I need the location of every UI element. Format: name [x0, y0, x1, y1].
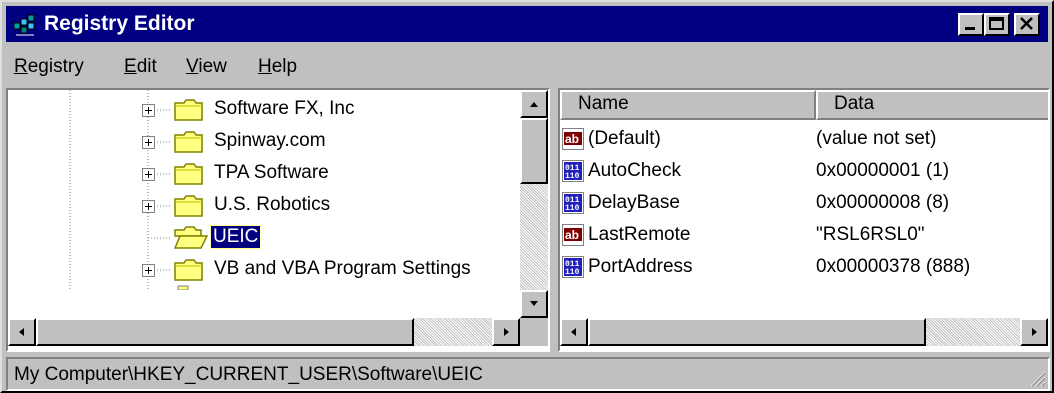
arrow-up-icon [530, 102, 538, 107]
tree-horizontal-thumb[interactable] [36, 318, 414, 346]
value-name: DelayBase [588, 192, 680, 213]
column-header-data[interactable]: Data [816, 90, 1048, 120]
status-bar: My Computer\HKEY_CURRENT_USER\Software\U… [6, 357, 1050, 391]
tree-item-selected[interactable]: UEIC [8, 225, 518, 258]
menu-registry-accel: R [14, 56, 28, 77]
value-data: (value not set) [816, 128, 937, 149]
arrow-left-icon [571, 328, 576, 336]
tree-pane[interactable]: Software FX, Inc Spinway.com TPA Softwar… [6, 88, 550, 352]
expand-plus-icon[interactable] [142, 200, 155, 213]
arrow-left-icon [19, 328, 24, 336]
scroll-left-button[interactable] [8, 318, 36, 346]
window-title: Registry Editor [44, 12, 195, 35]
folder-icon [174, 259, 203, 281]
column-header-name[interactable]: Name [560, 90, 816, 120]
value-row[interactable]: 011 110 AutoCheck 0x00000001 (1) [560, 160, 1048, 192]
scroll-left-button[interactable] [560, 318, 588, 346]
scroll-right-button[interactable] [492, 318, 520, 346]
value-row[interactable]: ab (Default) (value not set) [560, 128, 1048, 160]
menu-view[interactable]: View [186, 56, 227, 78]
value-row[interactable]: ab LastRemote "RSL6RSL0" [560, 224, 1048, 256]
maximize-button[interactable] [984, 13, 1010, 36]
minimize-icon [965, 27, 975, 30]
tree-item[interactable]: TPA Software [8, 162, 518, 194]
folder-icon [174, 131, 203, 153]
tree-item-label: TPA Software [214, 162, 329, 183]
string-value-icon: ab [562, 224, 584, 246]
minimize-button[interactable] [958, 13, 984, 36]
tree-vertical-thumb[interactable] [520, 118, 548, 184]
tree-item-label: Software FX, Inc [214, 98, 355, 119]
arrow-right-icon [1032, 328, 1037, 336]
value-row[interactable]: 011 110 PortAddress 0x00000378 (888) [560, 256, 1048, 288]
value-data: 0x00000001 (1) [816, 160, 950, 181]
scroll-down-button[interactable] [520, 290, 548, 318]
tree-item-label: U.S. Robotics [214, 194, 331, 215]
value-name: PortAddress [588, 256, 693, 277]
arrow-down-icon [530, 301, 538, 306]
menu-bar: Registry Edit View Help [6, 46, 1048, 84]
resize-grip-icon[interactable] [1028, 369, 1046, 387]
svg-text:110: 110 [565, 172, 580, 181]
menu-view-accel: V [186, 56, 199, 77]
binary-value-icon: 011110 [562, 256, 584, 278]
values-horizontal-thumb[interactable] [588, 318, 926, 346]
folder-icon [174, 195, 203, 217]
tree-vertical-scrollbar[interactable] [520, 90, 548, 318]
tree-item-label: Spinway.com [214, 130, 326, 151]
value-data: "RSL6RSL0" [816, 224, 925, 245]
tree-item-label: VB and VBA Program Settings [214, 258, 471, 279]
menu-view-label: iew [198, 56, 227, 77]
expand-plus-icon[interactable] [142, 264, 155, 277]
value-data: 0x00000378 (888) [816, 256, 971, 277]
registry-editor-icon [13, 14, 35, 36]
svg-text:110: 110 [565, 268, 580, 277]
tree-horizontal-scrollbar[interactable] [8, 318, 520, 346]
svg-text:ab: ab [565, 132, 579, 146]
value-name: LastRemote [588, 224, 691, 245]
menu-registry-label: egistry [27, 56, 84, 77]
menu-help[interactable]: Help [258, 56, 297, 78]
maximize-icon [989, 17, 1004, 30]
menu-edit[interactable]: Edit [124, 56, 157, 78]
tree-item[interactable]: VB and VBA Program Settings [8, 258, 518, 290]
menu-registry[interactable]: Registry [14, 56, 84, 78]
svg-text:110: 110 [565, 204, 580, 213]
binary-value-icon: 011110 [562, 192, 584, 214]
menu-help-accel: H [258, 56, 272, 77]
scroll-right-button[interactable] [1020, 318, 1048, 346]
menu-help-label: elp [271, 56, 298, 77]
string-value-icon: ab [562, 128, 584, 150]
tree-item[interactable]: U.S. Robotics [8, 194, 518, 226]
open-folder-icon [174, 226, 208, 249]
tree-item[interactable]: Spinway.com [8, 130, 518, 162]
menu-edit-accel: E [124, 56, 137, 77]
folder-icon [174, 99, 203, 121]
values-pane[interactable]: Name Data ab (Default) (value not set) 0… [558, 88, 1050, 352]
expand-plus-icon[interactable] [142, 168, 155, 181]
value-name: (Default) [588, 128, 661, 149]
values-horizontal-scrollbar[interactable] [560, 318, 1048, 346]
title-bar[interactable]: Registry Editor [6, 6, 1048, 42]
folder-icon [174, 163, 203, 185]
svg-text:ab: ab [565, 228, 579, 242]
registry-editor-window: Registry Editor Registry Edit View Help [0, 0, 1054, 393]
close-icon [1020, 17, 1033, 30]
close-button[interactable] [1014, 13, 1040, 36]
scroll-corner [520, 318, 548, 346]
expand-plus-icon[interactable] [142, 136, 155, 149]
tree-item[interactable]: Software FX, Inc [8, 98, 518, 130]
value-row[interactable]: 011 110 DelayBase 0x00000008 (8) [560, 192, 1048, 224]
scroll-up-button[interactable] [520, 90, 548, 118]
value-data: 0x00000008 (8) [816, 192, 950, 213]
menu-edit-label: dit [136, 56, 157, 77]
binary-value-icon: 011110 [562, 160, 584, 182]
tree-item-label: UEIC [209, 225, 262, 249]
value-name: AutoCheck [588, 160, 681, 181]
expand-plus-icon[interactable] [142, 104, 155, 117]
status-path: My Computer\HKEY_CURRENT_USER\Software\U… [14, 364, 483, 385]
arrow-right-icon [504, 328, 509, 336]
